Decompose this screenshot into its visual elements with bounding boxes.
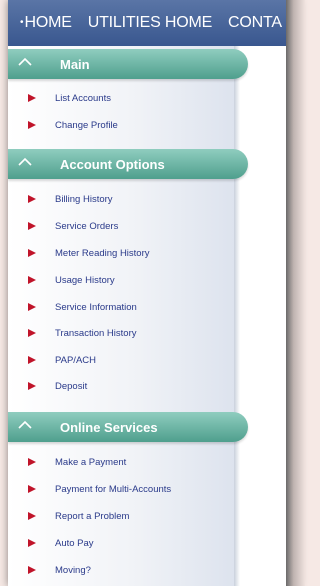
menu-item-moving[interactable]: Moving? [28,561,91,579]
red-triangle-arrow-icon [28,458,36,466]
menu-item-label: PAP/ACH [55,354,97,366]
menu-item-label: Deposit [55,380,88,392]
nav-bullet-icon: • [20,16,24,28]
sidebar-edge [234,46,240,586]
menu-item-usage-history[interactable]: Usage History [28,271,115,289]
red-triangle-arrow-icon [28,539,36,547]
red-triangle-arrow-icon [28,485,36,493]
red-triangle-arrow-icon [28,94,36,102]
menu-item-list-accounts[interactable]: List Accounts [28,89,111,107]
red-triangle-arrow-icon [28,356,36,364]
menu-item-deposit[interactable]: Deposit [28,377,87,395]
menu-item-service-information[interactable]: Service Information [28,298,137,316]
menu-item-service-orders[interactable]: Service Orders [28,217,118,235]
menu-item-make-a-payment[interactable]: Make a Payment [28,453,126,471]
red-triangle-arrow-icon [28,512,36,520]
nav-link-contact[interactable]: CONTA [228,14,282,32]
section-header-main[interactable]: Main [8,49,248,79]
menu-item-payment-multi-accounts[interactable]: Payment for Multi-Accounts [28,480,171,498]
menu-item-label: Report a Problem [55,510,130,522]
menu-item-label: Moving? [55,564,91,576]
chevron-up-icon[interactable] [18,57,44,71]
section-title: Online Services [60,419,158,435]
chevron-up-icon[interactable] [18,420,44,434]
red-triangle-arrow-icon [28,382,36,390]
frame-shadow [286,0,305,586]
menu-item-pap-ach[interactable]: PAP/ACH [28,351,96,369]
red-triangle-arrow-icon [28,566,36,574]
menu-item-label: Service Orders [55,220,119,232]
menu-item-billing-history[interactable]: Billing History [28,190,113,208]
red-triangle-arrow-icon [28,195,36,203]
menu-item-label: Change Profile [55,119,118,131]
menu-item-transaction-history[interactable]: Transaction History [28,324,136,342]
menu-item-change-profile[interactable]: Change Profile [28,116,118,134]
section-title: Account Options [60,156,165,172]
red-triangle-arrow-icon [28,329,36,337]
menu-item-label: Service Information [55,301,137,313]
section-header-account-options[interactable]: Account Options [8,149,248,179]
red-triangle-arrow-icon [28,121,36,129]
section-header-online-services[interactable]: Online Services [8,412,248,442]
browser-frame: • HOME UTILITIES HOME CONTA Main List Ac… [8,0,299,586]
menu-item-label: Make a Payment [55,456,127,468]
menu-item-label: Payment for Multi-Accounts [55,483,172,495]
red-triangle-arrow-icon [28,249,36,257]
menu-item-label: Transaction History [55,327,137,339]
menu-item-label: Usage History [55,274,115,286]
nav-link-utilities-home[interactable]: UTILITIES HOME [88,14,213,32]
section-title: Main [60,56,90,72]
top-navigation-bar: • HOME UTILITIES HOME CONTA [8,0,299,46]
menu-item-label: Meter Reading History [55,247,150,259]
menu-item-label: Auto Pay [55,537,94,549]
red-triangle-arrow-icon [28,303,36,311]
menu-item-report-a-problem[interactable]: Report a Problem [28,507,129,525]
menu-item-label: Billing History [55,193,113,205]
menu-item-meter-reading-history[interactable]: Meter Reading History [28,244,150,262]
red-triangle-arrow-icon [28,222,36,230]
red-triangle-arrow-icon [28,276,36,284]
nav-link-home[interactable]: HOME [25,14,72,32]
menu-item-auto-pay[interactable]: Auto Pay [28,534,94,552]
menu-item-label: List Accounts [55,92,111,104]
chevron-up-icon[interactable] [18,157,44,171]
